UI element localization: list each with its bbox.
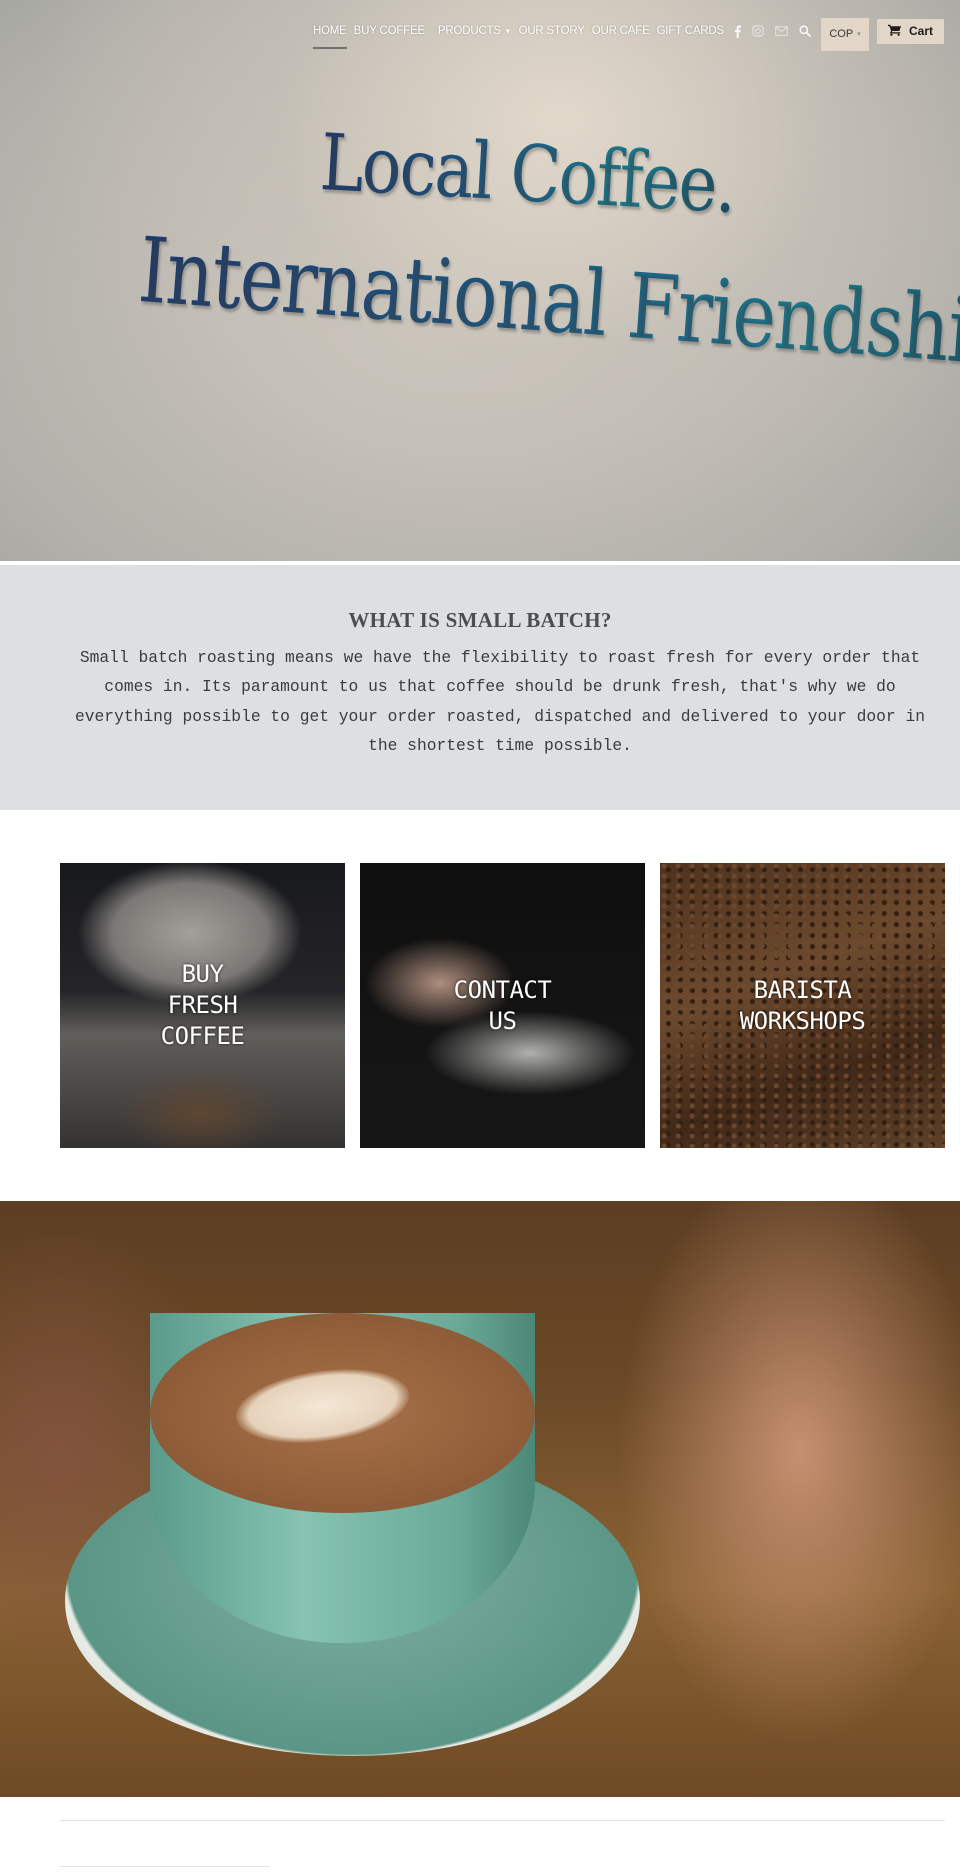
currency-value: COP [829, 28, 854, 40]
nav-link-products[interactable]: Products ▼ [438, 25, 512, 37]
currency-selector[interactable]: COP ▾ [821, 17, 869, 51]
cart-button[interactable]: Cart [877, 18, 944, 44]
hero-banner: Local Coffee. International Friendship. … [0, 0, 960, 561]
nav-link-gift-cards[interactable]: Gift Cards [657, 25, 725, 37]
small-batch-title: WHAT IS SMALL BATCH? [348, 608, 612, 632]
tile-label: BUY FRESH COFFEE [160, 960, 245, 1050]
nav-icons [734, 25, 811, 38]
small-batch-section: WHAT IS SMALL BATCH? Small batch roastin… [0, 565, 960, 810]
tile-barista-workshops[interactable]: BARISTA WORKSHOPS [660, 863, 945, 1148]
hero-sign-line-1: Local Coffee. [317, 118, 738, 232]
nav-links: Home Buy Coffee Products ▼ Our Story Our … [312, 25, 725, 49]
nav-link-our-story[interactable]: Our Story [519, 25, 585, 37]
search-icon[interactable] [799, 25, 811, 37]
nav-link-buy-coffee[interactable]: Buy Coffee [354, 25, 425, 37]
chevron-down-icon: ▼ [503, 27, 512, 36]
tile-contact-us[interactable]: CONTACT US [360, 863, 645, 1148]
hero-image: Local Coffee. International Friendship. [0, 0, 960, 561]
latte-art-cup-photo [0, 1201, 960, 1797]
tile-label: CONTACT US [453, 975, 552, 1035]
tile-buy-fresh-coffee[interactable]: BUY FRESH COFFEE [60, 863, 345, 1148]
tile-label: BARISTA WORKSHOPS [739, 975, 866, 1035]
cart-icon [887, 24, 901, 39]
hero-sign-line-2: International Friendship. [135, 218, 960, 389]
nav-link-home[interactable]: Home [312, 25, 347, 49]
main-navigation: Home Buy Coffee Products ▼ Our Story Our … [312, 14, 944, 51]
nav-link-products-label: Products [437, 25, 501, 37]
email-icon[interactable] [775, 26, 788, 36]
chevron-down-icon: ▾ [857, 31, 861, 38]
footer-divider-short [60, 1866, 270, 1867]
footer-divider [60, 1820, 945, 1821]
small-batch-description: Small batch roasting means we have the f… [74, 648, 926, 755]
facebook-icon[interactable] [734, 25, 741, 38]
instagram-icon[interactable] [752, 25, 764, 37]
nav-link-our-cafe[interactable]: Our Cafe [592, 25, 650, 37]
cart-label: Cart [908, 24, 933, 38]
